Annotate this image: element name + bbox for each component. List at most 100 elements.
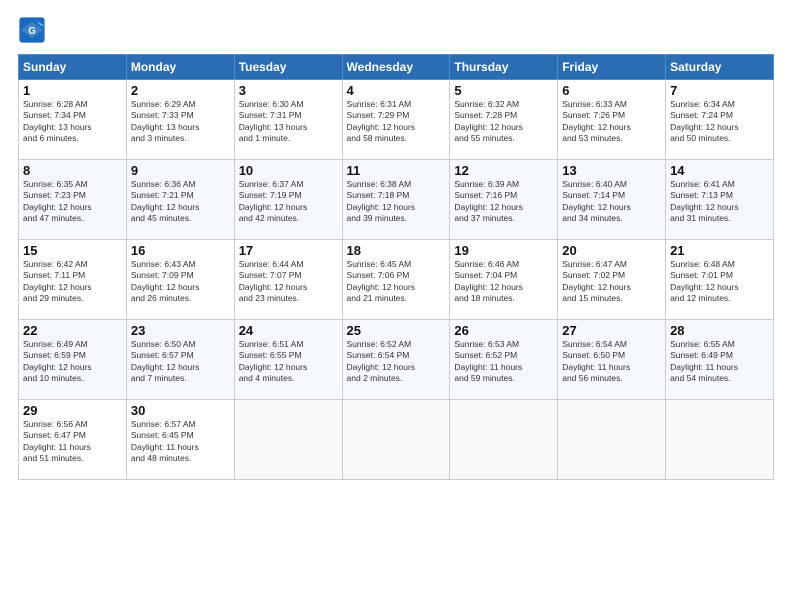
header: G [18,16,774,44]
day-number: 5 [454,83,553,98]
weekday-header-friday: Friday [558,55,666,80]
calendar-cell: 4Sunrise: 6:31 AMSunset: 7:29 PMDaylight… [342,80,450,160]
day-number: 1 [23,83,122,98]
calendar-cell: 10Sunrise: 6:37 AMSunset: 7:19 PMDayligh… [234,160,342,240]
calendar-cell: 18Sunrise: 6:45 AMSunset: 7:06 PMDayligh… [342,240,450,320]
cell-info: Sunrise: 6:45 AMSunset: 7:06 PMDaylight:… [347,259,446,305]
calendar-cell: 29Sunrise: 6:56 AMSunset: 6:47 PMDayligh… [19,400,127,480]
calendar-cell: 27Sunrise: 6:54 AMSunset: 6:50 PMDayligh… [558,320,666,400]
cell-info: Sunrise: 6:46 AMSunset: 7:04 PMDaylight:… [454,259,553,305]
calendar-cell: 8Sunrise: 6:35 AMSunset: 7:23 PMDaylight… [19,160,127,240]
calendar-cell: 3Sunrise: 6:30 AMSunset: 7:31 PMDaylight… [234,80,342,160]
calendar-cell: 24Sunrise: 6:51 AMSunset: 6:55 PMDayligh… [234,320,342,400]
day-number: 13 [562,163,661,178]
day-number: 14 [670,163,769,178]
cell-info: Sunrise: 6:57 AMSunset: 6:45 PMDaylight:… [131,419,230,465]
cell-info: Sunrise: 6:44 AMSunset: 7:07 PMDaylight:… [239,259,338,305]
day-number: 15 [23,243,122,258]
day-number: 11 [347,163,446,178]
calendar-week-4: 22Sunrise: 6:49 AMSunset: 6:59 PMDayligh… [19,320,774,400]
logo-icon: G [18,16,46,44]
calendar: SundayMondayTuesdayWednesdayThursdayFrid… [18,54,774,480]
page: G SundayMondayTuesdayWednesdayThursdayFr… [0,0,792,612]
cell-info: Sunrise: 6:55 AMSunset: 6:49 PMDaylight:… [670,339,769,385]
calendar-cell: 26Sunrise: 6:53 AMSunset: 6:52 PMDayligh… [450,320,558,400]
day-number: 17 [239,243,338,258]
calendar-cell: 28Sunrise: 6:55 AMSunset: 6:49 PMDayligh… [666,320,774,400]
day-number: 25 [347,323,446,338]
calendar-cell: 1Sunrise: 6:28 AMSunset: 7:34 PMDaylight… [19,80,127,160]
calendar-cell [234,400,342,480]
cell-info: Sunrise: 6:38 AMSunset: 7:18 PMDaylight:… [347,179,446,225]
cell-info: Sunrise: 6:34 AMSunset: 7:24 PMDaylight:… [670,99,769,145]
cell-info: Sunrise: 6:41 AMSunset: 7:13 PMDaylight:… [670,179,769,225]
day-number: 29 [23,403,122,418]
cell-info: Sunrise: 6:52 AMSunset: 6:54 PMDaylight:… [347,339,446,385]
cell-info: Sunrise: 6:36 AMSunset: 7:21 PMDaylight:… [131,179,230,225]
cell-info: Sunrise: 6:31 AMSunset: 7:29 PMDaylight:… [347,99,446,145]
cell-info: Sunrise: 6:39 AMSunset: 7:16 PMDaylight:… [454,179,553,225]
weekday-header-sunday: Sunday [19,55,127,80]
calendar-cell: 14Sunrise: 6:41 AMSunset: 7:13 PMDayligh… [666,160,774,240]
calendar-cell: 13Sunrise: 6:40 AMSunset: 7:14 PMDayligh… [558,160,666,240]
calendar-cell: 6Sunrise: 6:33 AMSunset: 7:26 PMDaylight… [558,80,666,160]
cell-info: Sunrise: 6:29 AMSunset: 7:33 PMDaylight:… [131,99,230,145]
calendar-cell: 5Sunrise: 6:32 AMSunset: 7:28 PMDaylight… [450,80,558,160]
day-number: 22 [23,323,122,338]
cell-info: Sunrise: 6:40 AMSunset: 7:14 PMDaylight:… [562,179,661,225]
cell-info: Sunrise: 6:42 AMSunset: 7:11 PMDaylight:… [23,259,122,305]
calendar-cell: 20Sunrise: 6:47 AMSunset: 7:02 PMDayligh… [558,240,666,320]
day-number: 2 [131,83,230,98]
day-number: 28 [670,323,769,338]
cell-info: Sunrise: 6:30 AMSunset: 7:31 PMDaylight:… [239,99,338,145]
day-number: 20 [562,243,661,258]
calendar-cell: 25Sunrise: 6:52 AMSunset: 6:54 PMDayligh… [342,320,450,400]
cell-info: Sunrise: 6:37 AMSunset: 7:19 PMDaylight:… [239,179,338,225]
weekday-header-wednesday: Wednesday [342,55,450,80]
weekday-header-saturday: Saturday [666,55,774,80]
day-number: 27 [562,323,661,338]
calendar-cell: 21Sunrise: 6:48 AMSunset: 7:01 PMDayligh… [666,240,774,320]
calendar-cell: 19Sunrise: 6:46 AMSunset: 7:04 PMDayligh… [450,240,558,320]
calendar-cell [342,400,450,480]
day-number: 24 [239,323,338,338]
cell-info: Sunrise: 6:32 AMSunset: 7:28 PMDaylight:… [454,99,553,145]
svg-text:G: G [28,26,36,37]
day-number: 18 [347,243,446,258]
cell-info: Sunrise: 6:50 AMSunset: 6:57 PMDaylight:… [131,339,230,385]
calendar-cell: 17Sunrise: 6:44 AMSunset: 7:07 PMDayligh… [234,240,342,320]
day-number: 19 [454,243,553,258]
cell-info: Sunrise: 6:33 AMSunset: 7:26 PMDaylight:… [562,99,661,145]
cell-info: Sunrise: 6:28 AMSunset: 7:34 PMDaylight:… [23,99,122,145]
day-number: 7 [670,83,769,98]
cell-info: Sunrise: 6:49 AMSunset: 6:59 PMDaylight:… [23,339,122,385]
calendar-body: 1Sunrise: 6:28 AMSunset: 7:34 PMDaylight… [19,80,774,480]
calendar-cell: 11Sunrise: 6:38 AMSunset: 7:18 PMDayligh… [342,160,450,240]
logo: G [18,16,48,44]
day-number: 9 [131,163,230,178]
day-number: 26 [454,323,553,338]
cell-info: Sunrise: 6:53 AMSunset: 6:52 PMDaylight:… [454,339,553,385]
calendar-cell: 12Sunrise: 6:39 AMSunset: 7:16 PMDayligh… [450,160,558,240]
weekday-header-tuesday: Tuesday [234,55,342,80]
day-number: 4 [347,83,446,98]
calendar-cell: 9Sunrise: 6:36 AMSunset: 7:21 PMDaylight… [126,160,234,240]
calendar-week-2: 8Sunrise: 6:35 AMSunset: 7:23 PMDaylight… [19,160,774,240]
calendar-cell [666,400,774,480]
day-number: 8 [23,163,122,178]
calendar-week-3: 15Sunrise: 6:42 AMSunset: 7:11 PMDayligh… [19,240,774,320]
cell-info: Sunrise: 6:56 AMSunset: 6:47 PMDaylight:… [23,419,122,465]
cell-info: Sunrise: 6:51 AMSunset: 6:55 PMDaylight:… [239,339,338,385]
calendar-cell: 23Sunrise: 6:50 AMSunset: 6:57 PMDayligh… [126,320,234,400]
day-number: 23 [131,323,230,338]
calendar-cell: 7Sunrise: 6:34 AMSunset: 7:24 PMDaylight… [666,80,774,160]
cell-info: Sunrise: 6:35 AMSunset: 7:23 PMDaylight:… [23,179,122,225]
cell-info: Sunrise: 6:43 AMSunset: 7:09 PMDaylight:… [131,259,230,305]
calendar-cell: 16Sunrise: 6:43 AMSunset: 7:09 PMDayligh… [126,240,234,320]
calendar-cell [450,400,558,480]
cell-info: Sunrise: 6:54 AMSunset: 6:50 PMDaylight:… [562,339,661,385]
day-number: 3 [239,83,338,98]
weekday-header-monday: Monday [126,55,234,80]
calendar-cell: 30Sunrise: 6:57 AMSunset: 6:45 PMDayligh… [126,400,234,480]
day-number: 16 [131,243,230,258]
